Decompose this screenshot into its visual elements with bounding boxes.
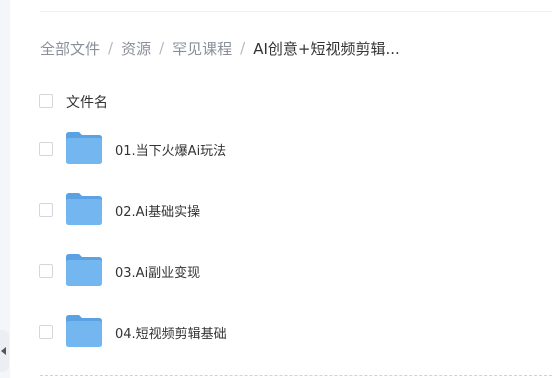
row-checkbox[interactable] [39, 325, 53, 339]
file-row[interactable]: 02.Ai基础实操 [0, 191, 552, 231]
top-divider [40, 11, 552, 12]
breadcrumb-item-resources[interactable]: 资源 [121, 38, 151, 59]
select-all-checkbox[interactable] [39, 94, 53, 108]
breadcrumb-item-rare-courses[interactable]: 罕见课程 [172, 38, 232, 59]
file-name[interactable]: 04.短视频剪辑基础 [115, 323, 227, 342]
row-checkbox[interactable] [39, 203, 53, 217]
file-name[interactable]: 02.Ai基础实操 [115, 201, 200, 220]
file-row[interactable]: 01.当下火爆Ai玩法 [0, 130, 552, 170]
folder-icon [66, 254, 102, 286]
list-bottom-divider [40, 375, 552, 376]
breadcrumb-separator: / [240, 39, 246, 57]
column-header-filename[interactable]: 文件名 [66, 92, 108, 112]
row-checkbox[interactable] [39, 264, 53, 278]
breadcrumb-item-all-files[interactable]: 全部文件 [40, 38, 100, 59]
folder-icon [66, 315, 102, 347]
file-row[interactable]: 03.Ai副业变现 [0, 252, 552, 292]
row-checkbox[interactable] [39, 142, 53, 156]
breadcrumb: 全部文件 / 资源 / 罕见课程 / AI创意+短视频剪辑... [40, 36, 400, 60]
breadcrumb-separator: / [108, 39, 114, 57]
folder-icon [66, 132, 102, 164]
breadcrumb-separator: / [159, 39, 165, 57]
file-name[interactable]: 01.当下火爆Ai玩法 [115, 140, 226, 159]
breadcrumb-item-current-folder: AI创意+短视频剪辑... [253, 39, 400, 58]
file-row[interactable]: 04.短视频剪辑基础 [0, 313, 552, 353]
file-name[interactable]: 03.Ai副业变现 [115, 262, 200, 281]
folder-icon [66, 193, 102, 225]
